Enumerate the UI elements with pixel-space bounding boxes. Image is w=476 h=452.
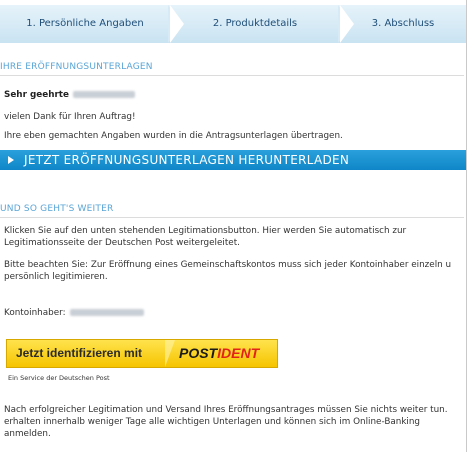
text-line: Nach erfolgreicher Legitimation und Vers… [4,405,448,415]
section-title-next-steps: UND SO GEHT'S WEITER [0,204,114,214]
redacted-account-holder [69,309,144,316]
divider [0,75,464,76]
step-personal-details: 1. Persönliche Angaben [0,5,170,43]
thanks-text: vielen Dank für Ihren Auftrag! [4,112,136,122]
chevron-divider [170,5,184,43]
account-holder: Kontoinhaber: [4,308,144,318]
joint-account-note: Bitte beachten Sie: Zur Eröffnung eines … [4,259,464,283]
redacted-name [72,91,135,98]
service-note: Ein Service der Deutschen Post [8,374,110,382]
download-documents-button[interactable]: JETZT ERÖFFNUNGSUNTERLAGEN HERUNTERLADEN [0,150,466,170]
text-line: erhalten innerhalb weniger Tage alle wic… [4,417,421,427]
instruction-paragraph: Klicken Sie auf den unten stehenden Legi… [4,225,464,249]
postident-logo: POSTIDENT [179,340,259,367]
postident-identify-button[interactable]: Jetzt identifizieren mit POSTIDENT [6,339,278,368]
step-completion: 3. Abschluss [340,5,466,43]
text-line: Legitimationsseite der Deutschen Post we… [4,238,240,248]
after-legitimation-paragraph: Nach erfolgreicher Legitimation und Vers… [4,404,464,440]
divider [0,217,464,218]
page-frame: 1. Persönliche Angaben 2. Produktdetails… [0,0,467,452]
postident-button-label: Jetzt identifizieren mit [16,346,143,360]
greeting-label: Sehr geehrte [4,90,69,100]
postident-logo-post: POST [179,345,218,361]
section-title-documents: IHRE ERÖFFNUNGSUNTERLAGEN [0,62,153,72]
text-line: persönlich legitimieren. [4,272,108,282]
text-line: anmelden. [4,429,51,439]
play-arrow-icon [8,156,14,164]
chevron-divider [340,5,354,43]
greeting: Sehr geehrte [4,90,135,100]
button-divider [165,340,175,367]
download-label: JETZT ERÖFFNUNGSUNTERLAGEN HERUNTERLADEN [24,153,350,167]
step-product-details: 2. Produktdetails [170,5,340,43]
account-holder-label: Kontoinhaber: [4,308,66,318]
transferred-text: Ihre eben gemachten Angaben wurden in di… [4,131,343,141]
postident-logo-ident: IDENT [217,345,260,361]
text-line: Bitte beachten Sie: Zur Eröffnung eines … [4,260,452,270]
progress-steps: 1. Persönliche Angaben 2. Produktdetails… [0,5,466,43]
text-line: Klicken Sie auf den unten stehenden Legi… [4,226,407,236]
